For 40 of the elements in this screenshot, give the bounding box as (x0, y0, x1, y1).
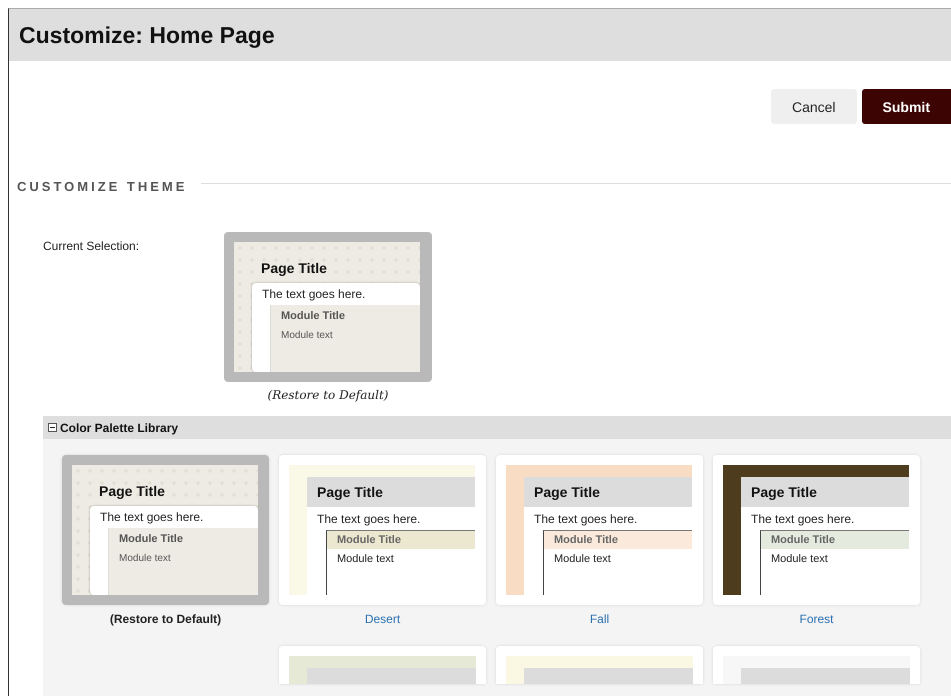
preview-page-title: Page Title (261, 260, 328, 276)
collapse-icon[interactable] (48, 423, 57, 432)
preview-module-title: Module Title (544, 531, 692, 549)
library-header[interactable]: Color Palette Library (43, 416, 951, 439)
palette-card[interactable]: Page Title The text goes here. Module Title Module text (713, 455, 920, 605)
preview-text: The text goes here. (99, 509, 204, 526)
restore-default-caption: (Restore to Default) (110, 612, 222, 626)
palette-link[interactable]: Desert (364, 612, 400, 626)
preview-text: The text goes here. (533, 511, 638, 528)
preview-text: The text goes here. (316, 511, 422, 528)
preview-module-title: Module Title (119, 533, 184, 545)
palette-card[interactable]: Page Title The text goes here. Module Title Module text (496, 455, 703, 605)
preview-module-text: Module text (119, 553, 172, 564)
preview-page-title: Page Title (741, 477, 909, 507)
preview-text: The text goes here. (261, 286, 366, 303)
restore-default-caption: (Restore to Default) (268, 388, 388, 402)
palette-card[interactable] (713, 646, 920, 684)
preview-page-title: Page Title (307, 477, 475, 507)
submit-button[interactable]: Submit (862, 89, 951, 124)
preview-page-title: Page Title (99, 483, 166, 499)
preview-module-title: Module Title (327, 531, 475, 549)
current-selection-label: Current Selection: (43, 239, 140, 255)
palette-link[interactable]: Fall (590, 612, 610, 626)
preview-module-text: Module text (770, 552, 829, 567)
preview-module-title: Module Title (761, 531, 909, 549)
section-heading: CUSTOMIZE THEME (17, 179, 188, 194)
palette-card[interactable]: Page Title The text goes here. Module Title Module text (279, 455, 486, 605)
library-title: Color Palette Library (60, 420, 178, 434)
preview-text: The text goes here. (750, 511, 856, 528)
preview-module-text: Module text (281, 330, 334, 341)
preview-module-title: Module Title (281, 310, 346, 322)
preview-page-title: Page Title (524, 477, 692, 507)
palette-link[interactable]: Forest (799, 612, 834, 626)
palette-card[interactable] (279, 646, 486, 684)
palette-card[interactable] (496, 646, 703, 684)
preview-module-text: Module text (336, 552, 395, 567)
preview-module-text: Module text (553, 552, 612, 567)
palette-card[interactable]: Page Title The text goes here. Module Title Module text (62, 455, 269, 605)
page-title: Customize: Home Page (19, 22, 275, 48)
cancel-button[interactable]: Cancel (770, 89, 857, 124)
